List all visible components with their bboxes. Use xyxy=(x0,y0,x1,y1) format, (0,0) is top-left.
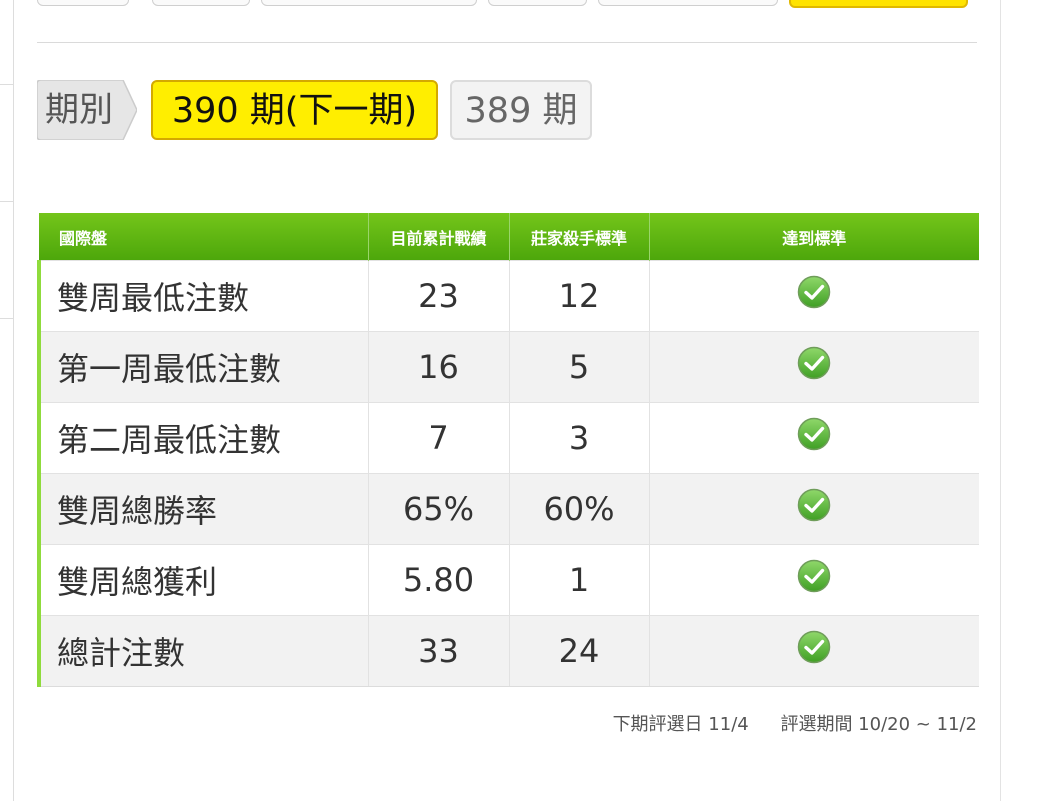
row-name: 雙周總勝率 xyxy=(37,473,369,545)
row-current-value: 33 xyxy=(368,615,510,687)
column-header-met: 達到標準 xyxy=(649,213,979,261)
left-sidebar-edge xyxy=(0,0,14,801)
toolbar-button[interactable] xyxy=(488,0,587,6)
selection-period: 評選期間 10/20 ~ 11/2 xyxy=(780,714,977,735)
row-standard-value: 3 xyxy=(509,402,650,474)
row-name: 雙周最低注數 xyxy=(37,260,369,332)
check-icon xyxy=(797,630,831,664)
row-standard-value: 5 xyxy=(509,331,650,403)
table-header-row: 國際盤 目前累計戰績 莊家殺手標準 達到標準 xyxy=(39,213,979,261)
toolbar-button[interactable] xyxy=(152,0,250,6)
row-name: 總計注數 xyxy=(37,615,369,687)
tab-period-390[interactable]: 390 期(下一期) xyxy=(151,80,438,140)
row-standard-value: 1 xyxy=(509,544,650,616)
row-met-cell xyxy=(649,260,979,332)
left-sidebar-divider xyxy=(0,201,13,202)
row-current-value: 16 xyxy=(368,331,510,403)
row-standard-value: 12 xyxy=(509,260,650,332)
check-icon xyxy=(797,488,831,522)
column-header-market: 國際盤 xyxy=(39,213,369,261)
toolbar-button[interactable] xyxy=(261,0,477,6)
row-name: 雙周總獲利 xyxy=(37,544,369,616)
row-current-value: 23 xyxy=(368,260,510,332)
check-icon xyxy=(797,559,831,593)
row-met-cell xyxy=(649,473,979,545)
table-row: 總計注數 33 24 xyxy=(37,615,979,687)
next-selection-date: 下期評選日 11/4 xyxy=(612,714,749,735)
left-sidebar-divider xyxy=(0,84,13,85)
selection-info: 下期評選日 11/4 評選期間 10/20 ~ 11/2 xyxy=(613,710,977,736)
tab-period-389[interactable]: 389 期 xyxy=(450,80,592,140)
toolbar-button[interactable] xyxy=(37,0,129,6)
row-current-value: 7 xyxy=(368,402,510,474)
row-current-value: 65% xyxy=(368,473,510,545)
row-standard-value: 60% xyxy=(509,473,650,545)
toolbar-button[interactable] xyxy=(598,0,778,6)
row-met-cell xyxy=(649,331,979,403)
section-divider xyxy=(37,42,977,43)
column-header-standard: 莊家殺手標準 xyxy=(509,213,650,261)
left-sidebar-divider xyxy=(0,318,13,319)
table-row: 雙周總獲利 5.80 1 xyxy=(37,544,979,616)
check-icon xyxy=(797,417,831,451)
row-met-cell xyxy=(649,402,979,474)
check-icon xyxy=(797,346,831,380)
check-icon xyxy=(797,275,831,309)
period-label-text: 期別 xyxy=(45,90,113,130)
right-panel-edge xyxy=(1000,0,1001,801)
row-name: 第二周最低注數 xyxy=(37,402,369,474)
stats-table: 國際盤 目前累計戰績 莊家殺手標準 達到標準 雙周最低注數 23 12 第一周最低注數… xyxy=(37,213,979,687)
toolbar-button-highlighted[interactable] xyxy=(789,0,968,8)
table-row: 雙周最低注數 23 12 xyxy=(37,260,979,332)
table-row: 第二周最低注數 7 3 xyxy=(37,402,979,474)
row-standard-value: 24 xyxy=(509,615,650,687)
row-met-cell xyxy=(649,544,979,616)
row-name: 第一周最低注數 xyxy=(37,331,369,403)
row-current-value: 5.80 xyxy=(368,544,510,616)
page: 期別 390 期(下一期) 389 期 國際盤 目前累計戰績 莊家殺手標準 達到… xyxy=(0,0,1037,801)
period-label: 期別 xyxy=(37,80,137,140)
table-row: 第一周最低注數 16 5 xyxy=(37,331,979,403)
column-header-current: 目前累計戰績 xyxy=(368,213,510,261)
row-met-cell xyxy=(649,615,979,687)
table-row: 雙周總勝率 65% 60% xyxy=(37,473,979,545)
